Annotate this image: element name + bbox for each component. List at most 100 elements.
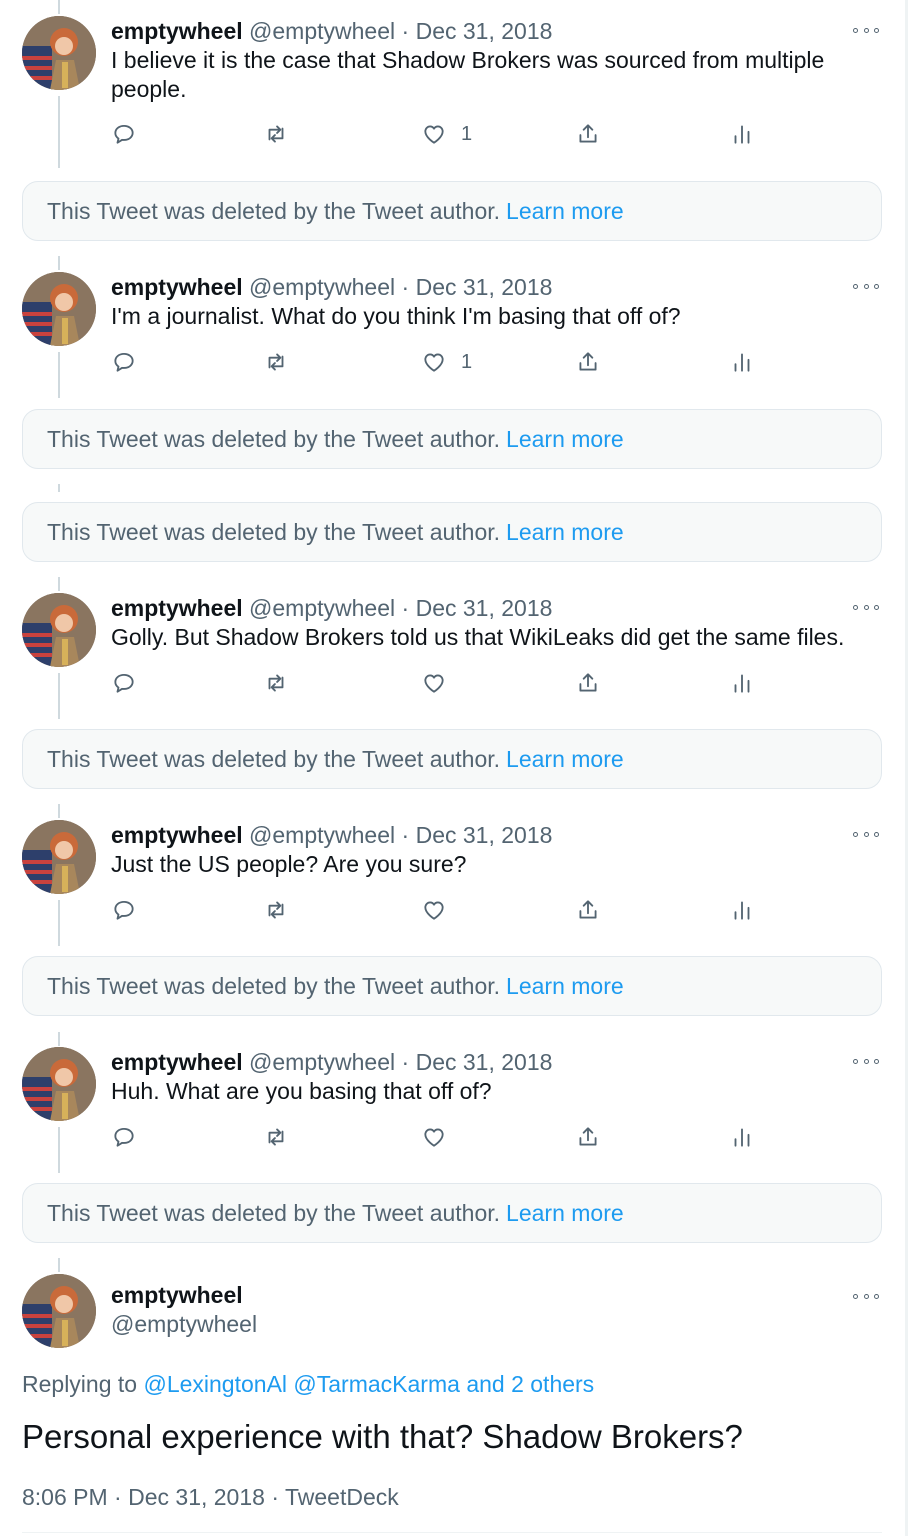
display-name[interactable]: emptywheel: [111, 1049, 243, 1075]
tweet-date[interactable]: Dec 31, 2018: [416, 18, 553, 44]
avatar[interactable]: [22, 1047, 96, 1121]
like-icon: [424, 125, 444, 144]
more-icon[interactable]: [853, 1290, 879, 1302]
retweet-button[interactable]: [263, 1122, 289, 1152]
tweet-header: emptywheel @emptywheel · Dec 31, 2018: [111, 17, 552, 45]
like-button[interactable]: [421, 895, 447, 925]
user-handle[interactable]: @emptywheel: [249, 822, 395, 848]
more-icon[interactable]: [853, 601, 879, 613]
avatar[interactable]: [22, 272, 96, 346]
reply-button[interactable]: [111, 347, 137, 377]
tweet-actions: [111, 895, 771, 925]
tweet[interactable]: emptywheel @emptywheel · Dec 31, 2018 Ju…: [0, 804, 905, 944]
avatar[interactable]: [22, 16, 96, 90]
analytics-button[interactable]: [729, 119, 755, 149]
separator: ·: [401, 1049, 410, 1075]
tweet-date[interactable]: Dec 31, 2018: [416, 1049, 553, 1075]
deleted-notice-text: This Tweet was deleted by the Tweet auth…: [47, 197, 501, 224]
more-icon[interactable]: [853, 1055, 879, 1067]
like-icon: [424, 1128, 444, 1147]
tweet-date[interactable]: Dec 31, 2018: [416, 822, 553, 848]
share-button[interactable]: [575, 668, 601, 698]
tweet[interactable]: emptywheel @emptywheel · Dec 31, 2018 I'…: [0, 256, 905, 396]
separator: ·: [114, 1484, 122, 1510]
tweet-text: Golly. But Shadow Brokers told us that W…: [111, 624, 845, 650]
analytics-button[interactable]: [729, 895, 755, 925]
reply-button[interactable]: [111, 895, 137, 925]
share-icon: [579, 673, 597, 692]
learn-more-link[interactable]: Learn more: [506, 426, 624, 453]
like-button[interactable]: 1: [421, 119, 472, 149]
learn-more-link[interactable]: Learn more: [506, 1200, 624, 1227]
reply-icon: [114, 352, 134, 372]
retweet-icon: [268, 125, 284, 143]
analytics-button[interactable]: [729, 347, 755, 377]
tweet-header: emptywheel @emptywheel · Dec 31, 2018: [111, 1048, 552, 1076]
user-handle[interactable]: @emptywheel: [249, 274, 395, 300]
tweet-date[interactable]: Dec 31, 2018: [416, 274, 553, 300]
tweet-date[interactable]: Dec 31, 2018: [128, 1484, 265, 1510]
analytics-icon: [734, 901, 750, 920]
reply-icon: [114, 900, 134, 920]
reply-button[interactable]: [111, 1122, 137, 1152]
separator: ·: [401, 274, 410, 300]
learn-more-link[interactable]: Learn more: [506, 746, 624, 773]
more-icon[interactable]: [853, 828, 879, 840]
retweet-button[interactable]: [263, 895, 289, 925]
display-name[interactable]: emptywheel: [111, 1281, 243, 1309]
display-name[interactable]: emptywheel: [111, 595, 243, 621]
analytics-button[interactable]: [729, 668, 755, 698]
avatar[interactable]: [22, 820, 96, 894]
mention-link[interactable]: @TarmacKarma: [293, 1371, 460, 1397]
user-handle[interactable]: @emptywheel: [249, 18, 395, 44]
tweet[interactable]: emptywheel @emptywheel · Dec 31, 2018 Hu…: [0, 1031, 905, 1171]
thread-line: [58, 484, 60, 492]
tweet-date[interactable]: Dec 31, 2018: [416, 595, 553, 621]
tweet-text: I believe it is the case that Shadow Bro…: [111, 47, 825, 102]
like-icon: [424, 901, 444, 920]
avatar[interactable]: [22, 1274, 96, 1348]
like-count: 1: [461, 122, 473, 145]
learn-more-link[interactable]: Learn more: [506, 198, 624, 225]
share-icon: [579, 1127, 597, 1146]
deleted-notice-text: This Tweet was deleted by the Tweet auth…: [47, 1199, 501, 1226]
like-button[interactable]: [421, 668, 447, 698]
share-button[interactable]: [575, 347, 601, 377]
others-link[interactable]: and 2 others: [466, 1371, 594, 1397]
learn-more-link[interactable]: Learn more: [506, 973, 624, 1000]
like-button[interactable]: [421, 1122, 447, 1152]
user-handle[interactable]: @emptywheel: [111, 1310, 257, 1338]
retweet-button[interactable]: [263, 347, 289, 377]
separator: ·: [401, 595, 410, 621]
user-handle[interactable]: @emptywheel: [249, 1049, 395, 1075]
share-button[interactable]: [575, 895, 601, 925]
retweet-button[interactable]: [263, 119, 289, 149]
analytics-icon: [734, 125, 750, 144]
tweet[interactable]: emptywheel @emptywheel · Dec 31, 2018 I …: [0, 0, 905, 170]
display-name[interactable]: emptywheel: [111, 18, 243, 44]
user-handle[interactable]: @emptywheel: [249, 595, 395, 621]
avatar[interactable]: [22, 593, 96, 667]
analytics-icon: [734, 674, 750, 693]
tweet-source[interactable]: TweetDeck: [285, 1484, 399, 1510]
display-name[interactable]: emptywheel: [111, 822, 243, 848]
tweet-time[interactable]: 8:06 PM: [22, 1484, 108, 1510]
share-button[interactable]: [575, 119, 601, 149]
mention-link[interactable]: @LexingtonAl: [143, 1371, 287, 1397]
reply-button[interactable]: [111, 668, 137, 698]
analytics-button[interactable]: [729, 1122, 755, 1152]
avatar-image: [22, 820, 96, 894]
retweet-button[interactable]: [263, 668, 289, 698]
learn-more-link[interactable]: Learn more: [506, 519, 624, 546]
more-icon[interactable]: [853, 24, 879, 36]
reply-button[interactable]: [111, 119, 137, 149]
more-icon[interactable]: [853, 280, 879, 292]
tweet[interactable]: emptywheel @emptywheel · Dec 31, 2018 Go…: [0, 577, 905, 717]
like-button[interactable]: 1: [421, 347, 472, 377]
deleted-notice-text: This Tweet was deleted by the Tweet auth…: [47, 425, 501, 452]
tweet-actions: [111, 1122, 771, 1152]
share-button[interactable]: [575, 1122, 601, 1152]
display-name[interactable]: emptywheel: [111, 274, 243, 300]
share-icon: [579, 124, 597, 143]
deleted-tweet-notice: This Tweet was deleted by the Tweet auth…: [22, 729, 882, 789]
